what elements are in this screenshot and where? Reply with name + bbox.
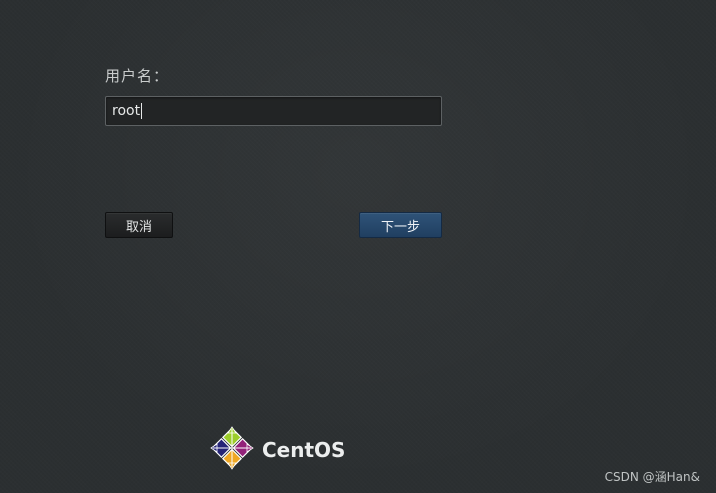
centos-logo-icon (210, 426, 254, 474)
watermark: CSDN @涵Han& (604, 470, 700, 484)
text-caret (141, 103, 143, 119)
brand: CentOS (210, 426, 345, 474)
cancel-button[interactable]: 取消 (105, 212, 173, 238)
next-button[interactable]: 下一步 (359, 212, 442, 238)
brand-name: CentOS (262, 438, 346, 462)
username-field[interactable]: root (105, 96, 442, 126)
username-label: 用户名： (105, 67, 170, 85)
username-value: root (112, 103, 141, 119)
